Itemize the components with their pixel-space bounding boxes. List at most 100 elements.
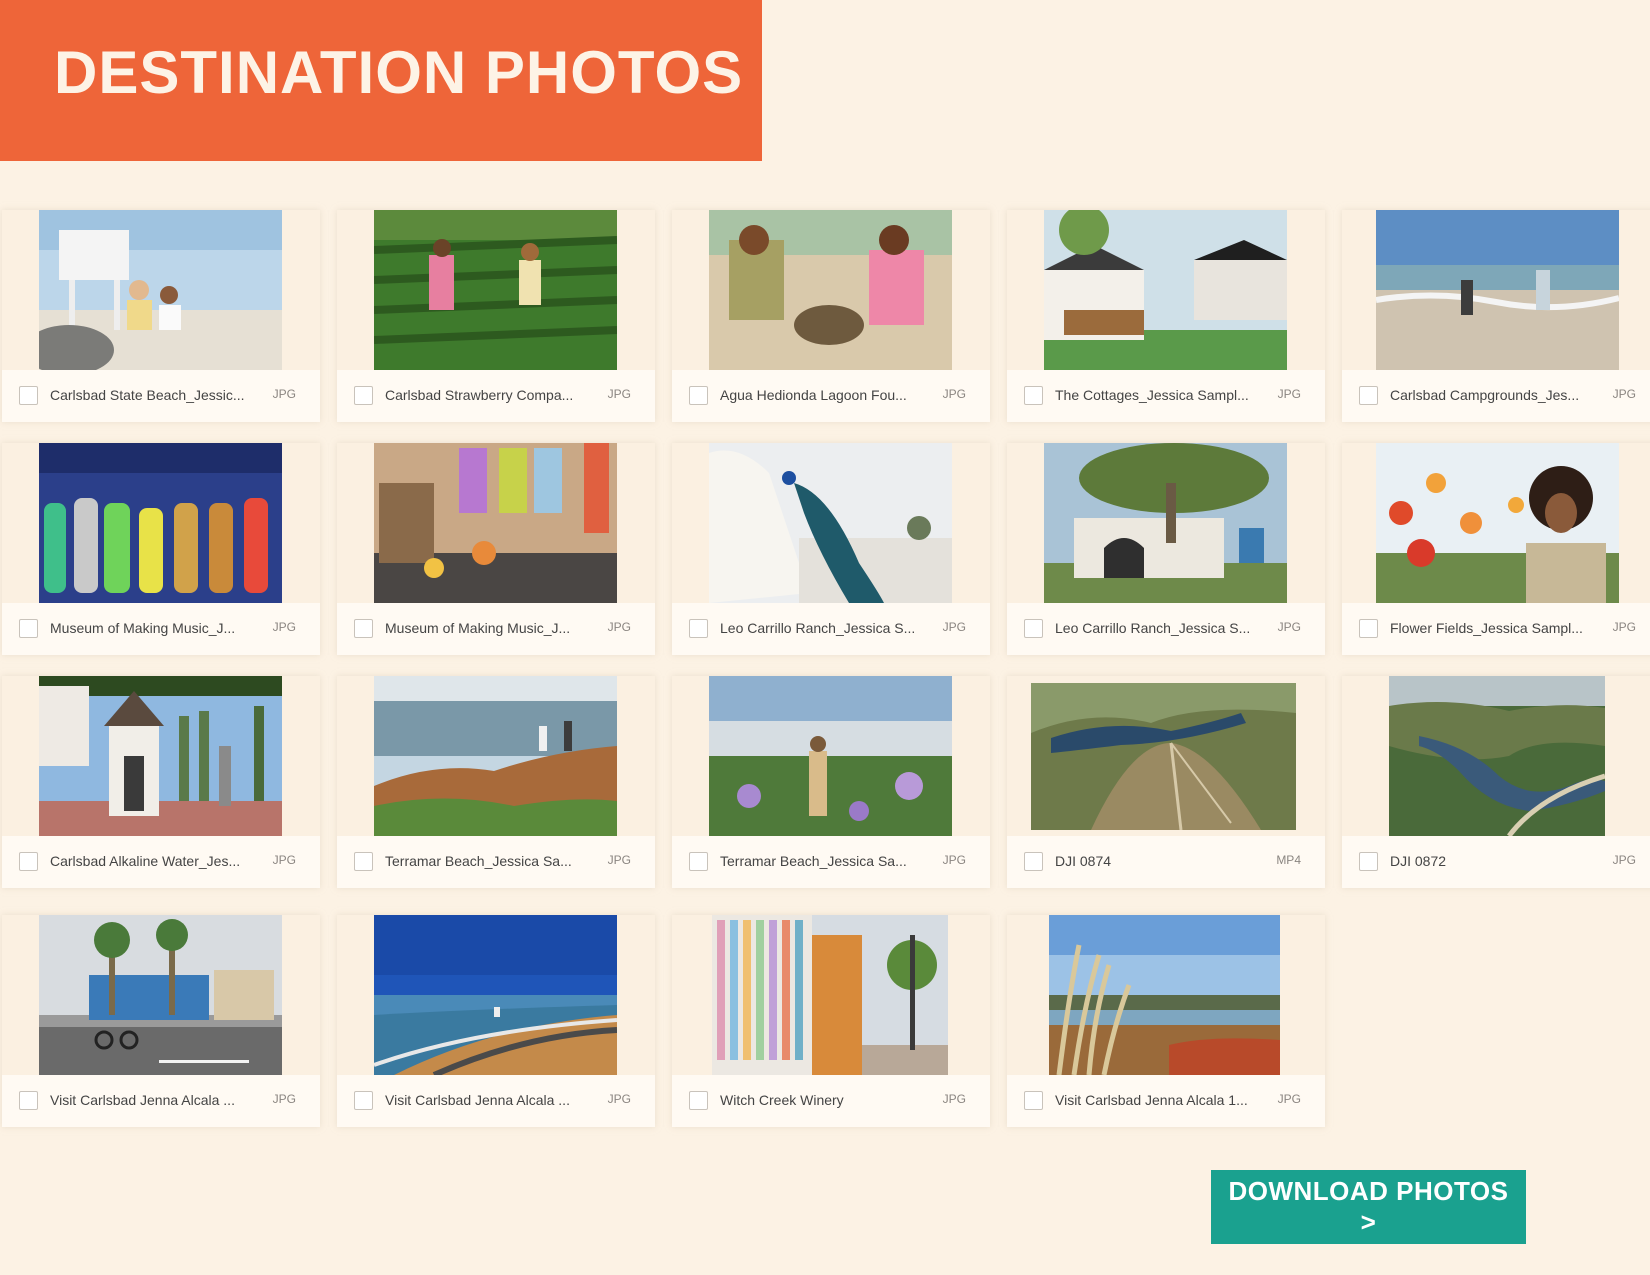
photo-card[interactable]: Leo Carrillo Ranch_Jessica S... JPG <box>672 443 990 655</box>
photo-thumbnail[interactable] <box>374 915 617 1075</box>
page-title: DESTINATION PHOTOS <box>54 39 744 106</box>
photo-filetype: JPG <box>942 620 966 634</box>
photo-filename: Flower Fields_Jessica Sampl... <box>1390 620 1583 636</box>
photo-checkbox[interactable] <box>1024 852 1043 871</box>
photo-thumbnail[interactable] <box>1376 443 1619 603</box>
photo-meta: Leo Carrillo Ranch_Jessica S... JPG <box>1007 603 1325 655</box>
photo-checkbox[interactable] <box>1359 386 1378 405</box>
photo-thumbnail[interactable] <box>712 915 948 1075</box>
photo-filename: Terramar Beach_Jessica Sa... <box>720 853 907 869</box>
photo-checkbox[interactable] <box>354 1091 373 1110</box>
photo-filetype: JPG <box>607 1092 631 1106</box>
photo-checkbox[interactable] <box>19 386 38 405</box>
photo-meta: Leo Carrillo Ranch_Jessica S... JPG <box>672 603 990 655</box>
photo-checkbox[interactable] <box>19 1091 38 1110</box>
photo-card[interactable]: Carlsbad Strawberry Compa... JPG <box>337 210 655 422</box>
photo-filename: The Cottages_Jessica Sampl... <box>1055 387 1249 403</box>
photo-meta: Agua Hedionda Lagoon Fou... JPG <box>672 370 990 422</box>
photo-filetype: JPG <box>942 1092 966 1106</box>
photo-meta: DJI 0874 MP4 <box>1007 836 1325 888</box>
photo-card[interactable]: Museum of Making Music_J... JPG <box>2 443 320 655</box>
photo-filetype: JPG <box>272 853 296 867</box>
photo-thumbnail[interactable] <box>709 210 952 370</box>
photo-checkbox[interactable] <box>1024 619 1043 638</box>
photo-thumbnail[interactable] <box>39 443 282 603</box>
photo-filename: Leo Carrillo Ranch_Jessica S... <box>1055 620 1251 636</box>
photo-checkbox[interactable] <box>19 619 38 638</box>
photo-meta: Museum of Making Music_J... JPG <box>337 603 655 655</box>
photo-checkbox[interactable] <box>1024 386 1043 405</box>
photo-checkbox[interactable] <box>1359 619 1378 638</box>
photo-card[interactable]: Visit Carlsbad Jenna Alcala ... JPG <box>2 915 320 1127</box>
photo-card[interactable]: DJI 0872 JPG <box>1342 676 1650 888</box>
photo-filetype: JPG <box>1277 620 1301 634</box>
photo-thumbnail[interactable] <box>709 676 952 836</box>
photo-meta: Flower Fields_Jessica Sampl... JPG <box>1342 603 1650 655</box>
photo-card[interactable]: DJI 0874 MP4 <box>1007 676 1325 888</box>
photo-filetype: JPG <box>607 853 631 867</box>
photo-card[interactable]: Carlsbad Alkaline Water_Jes... JPG <box>2 676 320 888</box>
photo-filetype: MP4 <box>1276 853 1301 867</box>
photo-thumbnail[interactable] <box>374 676 617 836</box>
photo-card[interactable]: Visit Carlsbad Jenna Alcala ... JPG <box>337 915 655 1127</box>
photo-card[interactable]: Leo Carrillo Ranch_Jessica S... JPG <box>1007 443 1325 655</box>
photo-thumbnail[interactable] <box>1044 443 1287 603</box>
photo-checkbox[interactable] <box>1359 852 1378 871</box>
photo-meta: Carlsbad State Beach_Jessic... JPG <box>2 370 320 422</box>
photo-meta: Carlsbad Strawberry Compa... JPG <box>337 370 655 422</box>
photo-card[interactable]: Terramar Beach_Jessica Sa... JPG <box>337 676 655 888</box>
photo-checkbox[interactable] <box>354 386 373 405</box>
photo-meta: Witch Creek Winery JPG <box>672 1075 990 1127</box>
photo-thumbnail[interactable] <box>1049 915 1280 1075</box>
photo-meta: Visit Carlsbad Jenna Alcala 1... JPG <box>1007 1075 1325 1127</box>
photo-filetype: JPG <box>942 387 966 401</box>
photo-filename: DJI 0874 <box>1055 853 1112 869</box>
photo-thumbnail[interactable] <box>1376 210 1619 370</box>
download-photos-button[interactable]: DOWNLOAD PHOTOS > <box>1211 1170 1526 1244</box>
photo-card[interactable]: Witch Creek Winery JPG <box>672 915 990 1127</box>
photo-thumbnail[interactable] <box>39 915 282 1075</box>
photo-filename: Visit Carlsbad Jenna Alcala 1... <box>1055 1092 1248 1108</box>
photo-thumbnail[interactable] <box>374 210 617 370</box>
photo-filetype: JPG <box>942 853 966 867</box>
photo-filename: Visit Carlsbad Jenna Alcala ... <box>50 1092 235 1108</box>
photo-thumbnail[interactable] <box>39 210 282 370</box>
photo-meta: Museum of Making Music_J... JPG <box>2 603 320 655</box>
photo-card[interactable]: The Cottages_Jessica Sampl... JPG <box>1007 210 1325 422</box>
photo-checkbox[interactable] <box>354 852 373 871</box>
photo-card[interactable]: Carlsbad State Beach_Jessic... JPG <box>2 210 320 422</box>
photo-card[interactable]: Carlsbad Campgrounds_Jes... JPG <box>1342 210 1650 422</box>
photo-card[interactable]: Flower Fields_Jessica Sampl... JPG <box>1342 443 1650 655</box>
photo-filename: Museum of Making Music_J... <box>50 620 236 636</box>
photo-thumbnail[interactable] <box>1031 683 1296 830</box>
photo-filename: DJI 0872 <box>1390 853 1447 869</box>
photo-meta: Visit Carlsbad Jenna Alcala ... JPG <box>2 1075 320 1127</box>
photo-filename: Museum of Making Music_J... <box>385 620 571 636</box>
photo-checkbox[interactable] <box>1024 1091 1043 1110</box>
photo-meta: Carlsbad Alkaline Water_Jes... JPG <box>2 836 320 888</box>
photo-thumbnail[interactable] <box>374 443 617 603</box>
photo-checkbox[interactable] <box>354 619 373 638</box>
photo-card[interactable]: Agua Hedionda Lagoon Fou... JPG <box>672 210 990 422</box>
photo-meta: Terramar Beach_Jessica Sa... JPG <box>337 836 655 888</box>
photo-filename: Carlsbad Alkaline Water_Jes... <box>50 853 241 869</box>
photo-filetype: JPG <box>1612 620 1636 634</box>
photo-card[interactable]: Museum of Making Music_J... JPG <box>337 443 655 655</box>
photo-filename: Terramar Beach_Jessica Sa... <box>385 853 572 869</box>
photo-checkbox[interactable] <box>689 619 708 638</box>
photo-thumbnail[interactable] <box>1044 210 1287 370</box>
photo-card[interactable]: Visit Carlsbad Jenna Alcala 1... JPG <box>1007 915 1325 1127</box>
photo-thumbnail[interactable] <box>39 676 282 836</box>
photo-thumbnail[interactable] <box>709 443 952 603</box>
photo-filetype: JPG <box>607 387 631 401</box>
photo-checkbox[interactable] <box>689 386 708 405</box>
photo-meta: Carlsbad Campgrounds_Jes... JPG <box>1342 370 1650 422</box>
photo-checkbox[interactable] <box>689 852 708 871</box>
photo-thumbnail[interactable] <box>1389 676 1605 836</box>
photo-filename: Visit Carlsbad Jenna Alcala ... <box>385 1092 570 1108</box>
photo-checkbox[interactable] <box>19 852 38 871</box>
photo-checkbox[interactable] <box>689 1091 708 1110</box>
photo-filetype: JPG <box>1277 1092 1301 1106</box>
photo-card[interactable]: Terramar Beach_Jessica Sa... JPG <box>672 676 990 888</box>
photo-filetype: JPG <box>272 620 296 634</box>
